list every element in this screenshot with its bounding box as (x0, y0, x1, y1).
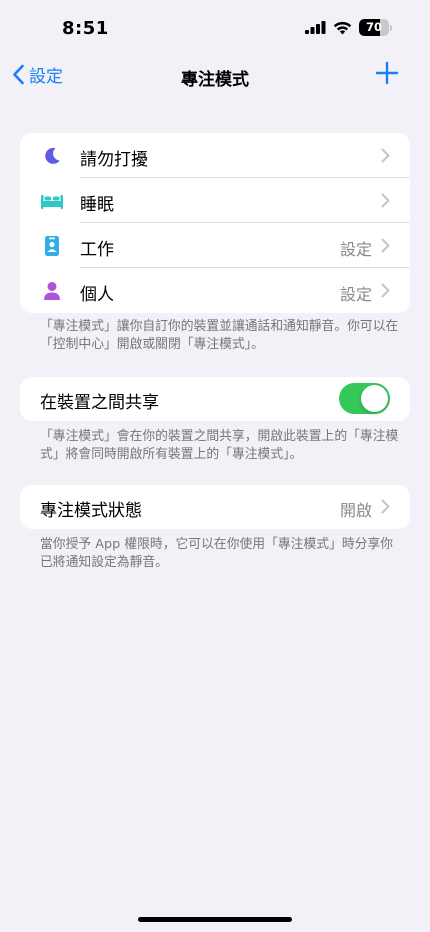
focus-mode-detail: 設定 (339, 240, 372, 259)
focus-mode-label: 個人 (80, 285, 114, 305)
navigation-bar: 設定 專注模式 (0, 58, 430, 94)
focus-status-label: 專注模式狀態 (40, 501, 142, 521)
home-indicator (138, 917, 292, 922)
focus-mode-detail: 設定 (339, 285, 372, 304)
share-footer: 「專注模式」會在你的裝置之間共享，開啟此裝置上的「專注模式」將會同時開啟所有裝置… (40, 429, 399, 462)
wifi-icon (333, 21, 352, 34)
share-across-devices-row: 在裝置之間共享 (20, 377, 410, 421)
focus-mode-label: 工作 (80, 240, 114, 260)
focus-mode-do-not-disturb[interactable]: 請勿打擾 (20, 133, 410, 178)
page-title: 專注模式 (181, 70, 249, 90)
chevron-right-icon (381, 238, 390, 253)
chevron-right-icon (381, 283, 390, 298)
focus-mode-sleep[interactable]: 睡眠 (20, 178, 410, 223)
chevron-right-icon (381, 148, 390, 163)
battery-icon: 70 (359, 19, 389, 36)
person-icon (40, 279, 64, 303)
focus-settings-screen: 8:51 70 設定 專注模式 請勿打擾 睡眠 工作 設定 個人 設定 「專注模… (0, 0, 430, 932)
chevron-right-icon (381, 193, 390, 208)
focus-status-detail: 開啟 (339, 501, 372, 520)
focus-mode-label: 請勿打擾 (80, 150, 148, 170)
share-across-devices-group: 在裝置之間共享 (20, 377, 410, 421)
add-focus-button[interactable] (374, 60, 400, 86)
share-across-devices-label: 在裝置之間共享 (40, 393, 159, 413)
focus-mode-label: 睡眠 (80, 195, 114, 215)
id-badge-icon (40, 234, 64, 258)
share-across-devices-toggle[interactable] (339, 383, 390, 414)
cellular-signal-icon (305, 21, 326, 34)
focus-status-group: 專注模式狀態 開啟 (20, 485, 410, 529)
chevron-right-icon (381, 499, 390, 514)
focus-modes-list: 請勿打擾 睡眠 工作 設定 個人 設定 (20, 133, 410, 313)
focus-mode-personal[interactable]: 個人 設定 (20, 268, 410, 313)
status-icons: 70 (305, 19, 392, 36)
battery-level: 70 (365, 20, 382, 34)
moon-icon (40, 144, 64, 168)
toggle-knob (361, 385, 388, 412)
focus-status-footer: 當你授予 App 權限時，它可以在你使用「專注模式」時分享你已將通知設定為靜音。 (40, 537, 394, 570)
status-time: 8:51 (62, 18, 109, 39)
focus-mode-work[interactable]: 工作 設定 (20, 223, 410, 268)
battery-cap (390, 24, 392, 31)
status-bar: 8:51 70 (0, 0, 430, 58)
focus-status-row[interactable]: 專注模式狀態 開啟 (20, 485, 410, 529)
bed-icon (40, 189, 64, 213)
focus-modes-footer: 「專注模式」讓你自訂你的裝置並讓通話和通知靜音。你可以在「控制中心」開啟或關閉「… (40, 319, 399, 352)
